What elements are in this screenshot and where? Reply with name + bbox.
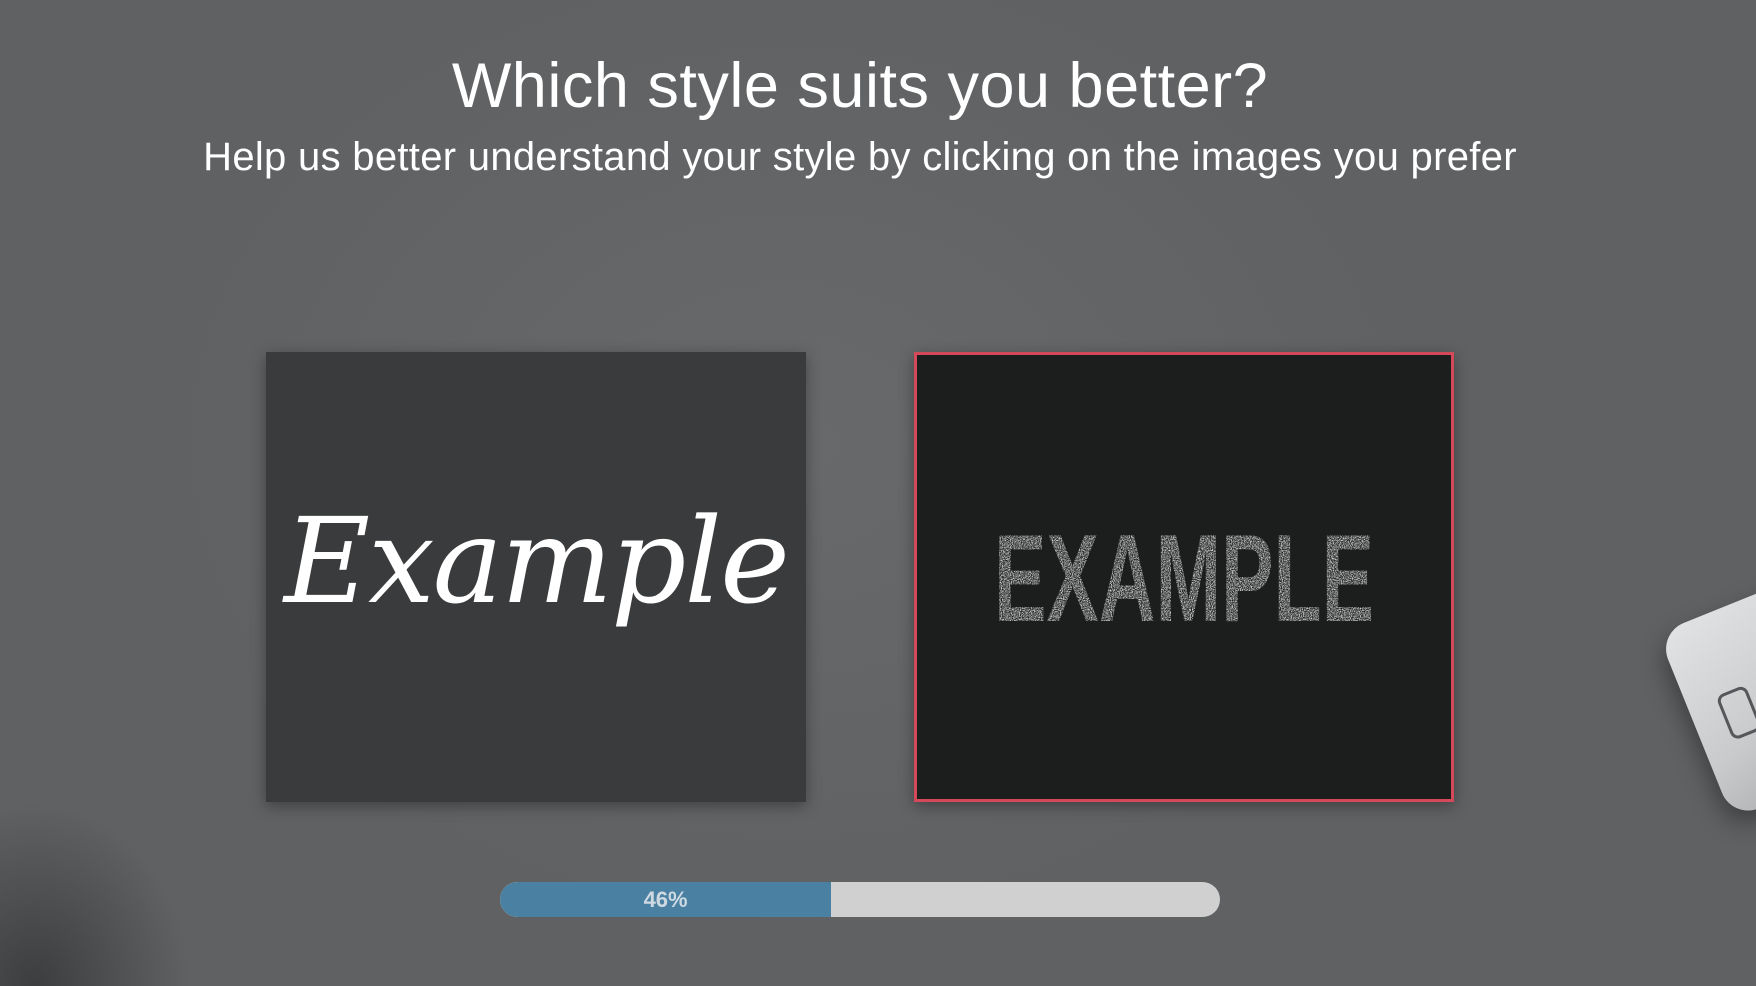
page-subtitle: Help us better understand your style by … [203,135,1517,179]
progress-bar: 46% [500,882,1220,917]
distressed-sample-text: EXAMPLE [994,510,1374,648]
style-option-distressed[interactable]: EXAMPLE [914,352,1454,802]
script-sample-image: Example [282,492,790,630]
progress-label: 46% [643,887,688,912]
distressed-sample-image: EXAMPLE [994,510,1374,648]
style-option-script[interactable]: Example [266,352,806,802]
script-sample-text: Example [282,492,788,630]
page-title: Which style suits you better? [451,51,1269,121]
